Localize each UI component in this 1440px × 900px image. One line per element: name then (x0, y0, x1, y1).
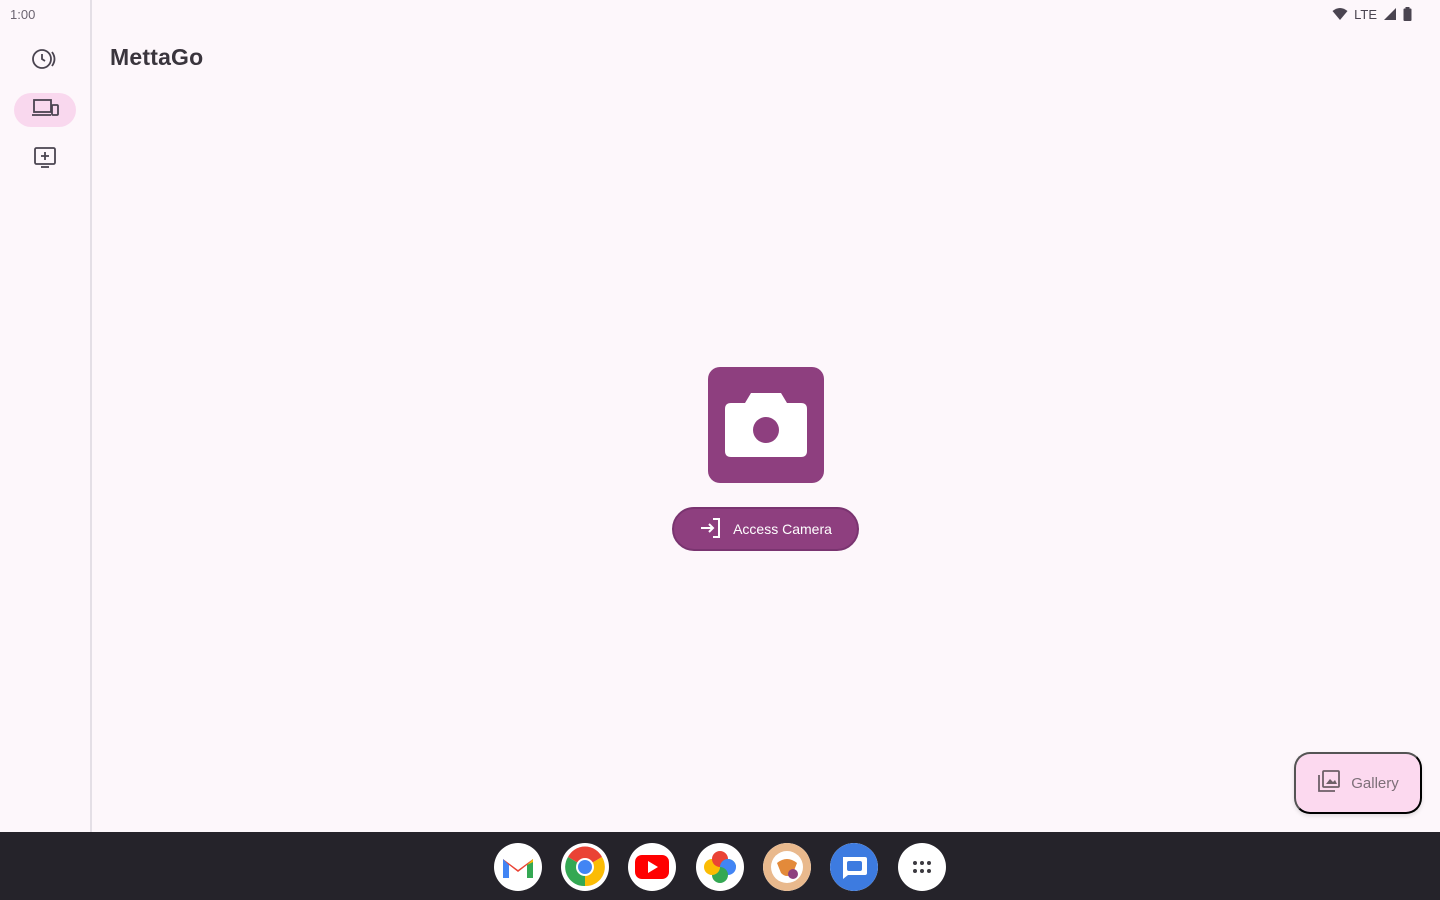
navigation-rail (0, 0, 92, 832)
rail-item-devices[interactable] (14, 93, 76, 127)
gallery-icon (1317, 769, 1341, 797)
gmail-icon[interactable] (494, 843, 542, 891)
app-title: MettaGo (110, 44, 204, 70)
devices-icon (30, 97, 60, 124)
youtube-icon[interactable] (628, 843, 676, 891)
gallery-label: Gallery (1351, 774, 1399, 792)
battery-icon (1403, 7, 1412, 21)
network-type: LTE (1354, 6, 1377, 22)
chrome-icon[interactable] (561, 843, 609, 891)
camera-icon (723, 385, 809, 466)
photos-icon[interactable] (696, 843, 744, 891)
status-icons: LTE (1332, 5, 1412, 23)
signal-icon (1383, 7, 1397, 21)
screen: 1:00 LTE MettaGo Access Camera Gallery (0, 0, 1440, 900)
access-camera-button[interactable]: Access Camera (672, 507, 859, 551)
login-icon (699, 517, 723, 542)
wifi-icon (1332, 7, 1348, 21)
history-icon (30, 47, 60, 76)
taskbar (0, 832, 1440, 900)
messages-icon[interactable] (830, 843, 878, 891)
rail-item-history[interactable] (14, 44, 76, 78)
access-camera-label: Access Camera (733, 521, 832, 537)
gallery-button[interactable]: Gallery (1294, 752, 1422, 814)
app-drawer-icon[interactable] (898, 843, 946, 891)
add-to-screen-icon (32, 146, 58, 175)
camera-preview-tile[interactable] (708, 367, 824, 483)
rail-item-add-to-screen[interactable] (14, 143, 76, 177)
custom-app-icon[interactable] (763, 843, 811, 891)
